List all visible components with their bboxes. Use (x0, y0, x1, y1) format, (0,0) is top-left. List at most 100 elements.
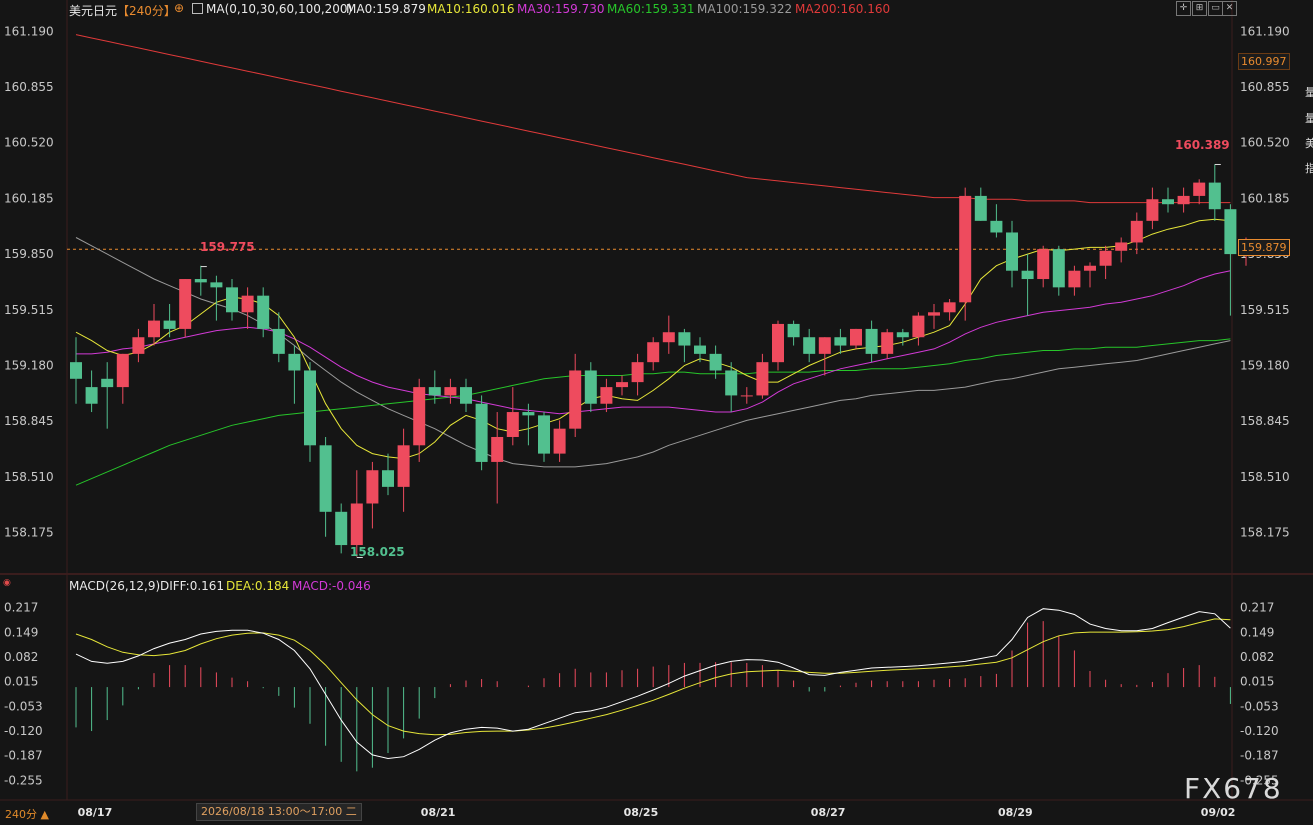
macd-tick-label-left: 0.082 (4, 650, 38, 664)
ma-params: MA(0,10,30,60,100,200) (192, 2, 352, 16)
crosshair-time-box: 2026/08/18 13:00～17:00 二 (196, 803, 362, 821)
candle-up (616, 382, 628, 388)
price-tick-label-left: 158.510 (4, 470, 54, 484)
price-tick-label: 158.175 (1240, 526, 1290, 540)
macd-tick-label: -0.053 (1240, 700, 1279, 714)
candle-down (257, 295, 270, 329)
price-tick-label-left: 160.520 (4, 136, 54, 150)
candle-up (132, 337, 145, 354)
candle-up (850, 328, 862, 346)
price-tick-label: 158.845 (1240, 414, 1290, 428)
candle-down (335, 511, 348, 546)
price-tick-label-left: 159.180 (4, 358, 54, 372)
candle-down (226, 287, 238, 313)
candle-up (600, 387, 613, 404)
candle-down (1208, 182, 1221, 210)
macd-tick-label: -0.187 (1240, 749, 1279, 763)
window-icon[interactable]: ▭ (1208, 1, 1223, 16)
crosshair-icon[interactable]: ✛ (1176, 1, 1191, 16)
macd-diff-value: DIFF:0.161 (160, 579, 225, 593)
macd-tick-label: 0.149 (1240, 625, 1274, 639)
candle-up (241, 295, 254, 313)
x-axis-label: 08/27 (811, 806, 846, 819)
candle-down (194, 279, 207, 283)
macd-tick-label: 0.015 (1240, 675, 1274, 689)
candle-down (475, 403, 488, 462)
candle-up (491, 436, 504, 462)
candle-down (974, 195, 987, 221)
period-label[interactable]: 【240分】 (117, 2, 176, 19)
price-tick-label-left: 159.515 (4, 303, 54, 317)
macd-tick-label-left: 0.015 (4, 675, 38, 689)
candle-up (350, 503, 363, 546)
price-tick-label: 160.185 (1240, 191, 1290, 205)
side-panel-glyph: 量 (1305, 112, 1313, 125)
candle-down (865, 328, 878, 354)
candle-up (912, 315, 925, 338)
x-axis-label: 08/25 (624, 806, 659, 819)
grid-icon[interactable]: ⊞ (1192, 1, 1207, 16)
settings-icon[interactable]: ⊕ (174, 1, 184, 15)
x-axis-label: 08/17 (78, 806, 113, 819)
macd-tick-label-left: -0.187 (4, 749, 43, 763)
candle-down (787, 323, 800, 338)
candle-down (709, 353, 722, 371)
low-price-label: 158.025 (350, 545, 405, 559)
close-icon[interactable]: ✕ (1222, 1, 1237, 16)
price-tick-label-left: 158.845 (4, 414, 54, 428)
candle-up (959, 195, 972, 303)
candle-down (288, 353, 301, 371)
candle-down (304, 370, 316, 446)
macd-indicator-icon[interactable]: ◉ (3, 578, 11, 588)
period-switch-button[interactable]: 240分 ▲ (5, 806, 49, 822)
candle-up (366, 470, 379, 504)
candle-up (1130, 220, 1143, 243)
candle-up (818, 337, 831, 354)
candle-up (397, 445, 410, 487)
side-panel-glyph: 指 (1305, 162, 1313, 175)
candle-down (70, 362, 82, 379)
candle-down (163, 320, 176, 329)
candle-down (584, 370, 597, 404)
candle-down (272, 328, 285, 354)
macd-hist-value: MACD:-0.046 (292, 579, 371, 593)
local-high-label: 159.775 (200, 240, 255, 254)
current-price-tag: 159.879 (1238, 239, 1290, 256)
marker-price-tag: 160.997 (1238, 53, 1290, 70)
candle-down (460, 387, 472, 404)
macd-params: MACD(26,12,9) (69, 579, 161, 593)
side-panel-glyph: 美 (1305, 137, 1313, 150)
candle-up (943, 302, 956, 313)
candle-up (1084, 265, 1096, 271)
ma30-value: MA30:159.730 (517, 2, 605, 16)
candle-down (1162, 199, 1174, 205)
candle-down (319, 445, 332, 512)
symbol-label: 美元日元 (69, 4, 118, 18)
price-tick-label: 160.855 (1240, 80, 1290, 94)
macd-tick-label: -0.120 (1240, 724, 1279, 738)
candle-down (834, 337, 847, 346)
candle-up (179, 279, 192, 329)
macd-tick-label: 0.082 (1240, 650, 1274, 664)
candle-up (1099, 250, 1112, 266)
candle-down (1021, 270, 1034, 280)
candle-up (553, 428, 566, 454)
candle-up (1068, 270, 1081, 288)
candle-up (413, 387, 426, 446)
candle-down (101, 378, 114, 388)
candle-down (896, 332, 909, 338)
candle-up (881, 332, 894, 354)
ma60-value: MA60:159.331 (607, 2, 695, 16)
macd-tick-label-left: -0.120 (4, 724, 43, 738)
chart-canvas[interactable]: 161.190 161.190 160.855 160.855 160.520 160.5… (0, 0, 1313, 825)
price-tick-label: 159.515 (1240, 303, 1290, 317)
candle-down (990, 220, 1003, 233)
candle-up (772, 323, 784, 363)
macd-tick-label-left: 0.149 (4, 625, 38, 639)
x-axis-label: 09/02 (1201, 806, 1236, 819)
ma10-value: MA10:160.016 (427, 2, 515, 16)
price-tick-label: 161.190 (1240, 24, 1290, 38)
candle-up (1115, 242, 1128, 251)
candle-up (506, 412, 519, 437)
candle-down (803, 337, 816, 354)
